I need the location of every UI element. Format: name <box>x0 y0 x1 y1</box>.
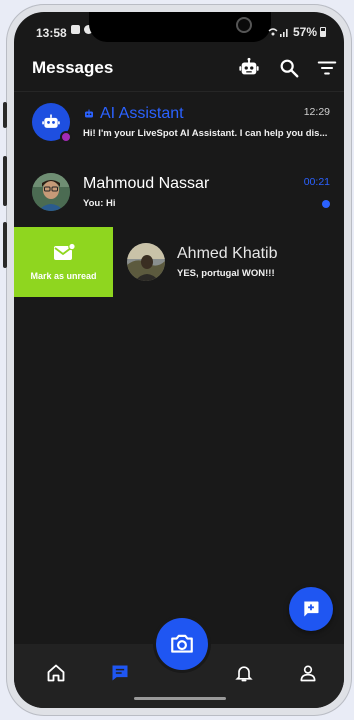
avatar-photo <box>32 173 70 211</box>
app-screen: 13:58 57% Messages AI Assistant Hi! I'm … <box>14 12 344 708</box>
add-comment-icon <box>304 601 319 617</box>
robot-icon <box>42 114 60 128</box>
home-indicator <box>134 697 226 700</box>
chat-name-text: AI Assistant <box>100 105 184 122</box>
nav-messages[interactable] <box>107 660 133 686</box>
chat-item-mahmoud-nassar[interactable]: Mahmoud Nassar You: Hi 00:21 <box>14 162 344 224</box>
status-right: 57% <box>268 25 326 39</box>
side-button <box>3 222 7 268</box>
chat-preview: You: Hi <box>83 198 116 209</box>
chat-time: 00:21 <box>303 176 330 188</box>
mail-icon <box>53 243 76 260</box>
search-button[interactable] <box>276 55 302 81</box>
status-bar: 13:58 57% <box>14 12 344 50</box>
chat-name: Ahmed Khatib <box>177 245 278 262</box>
signal-icon <box>268 28 288 37</box>
status-time: 13:58 <box>36 26 67 40</box>
unread-indicator <box>322 200 330 208</box>
avatar <box>127 243 165 281</box>
avatar-photo <box>127 243 165 281</box>
chat-preview: YES, portugal WON!!! <box>177 268 275 279</box>
filter-button[interactable] <box>314 55 340 81</box>
ai-avatar <box>32 103 72 143</box>
new-chat-button[interactable] <box>289 587 333 631</box>
search-icon <box>280 59 299 78</box>
chat-time: 12:29 <box>303 106 330 118</box>
nav-home[interactable] <box>43 660 69 686</box>
mark-as-unread-button[interactable]: Mark as unread <box>14 227 113 297</box>
profile-icon <box>300 665 316 682</box>
chat-item-ai-assistant[interactable]: AI Assistant Hi! I'm your LiveSpot AI As… <box>14 92 344 154</box>
filter-icon <box>317 61 337 75</box>
battery-icon <box>320 27 326 37</box>
home-icon <box>47 664 65 682</box>
robot-icon <box>239 57 259 75</box>
camera-icon <box>171 634 193 653</box>
ai-bot-button[interactable] <box>236 55 262 81</box>
nav-profile[interactable] <box>295 660 321 686</box>
ai-badge-icon <box>60 131 72 143</box>
side-button <box>3 156 7 206</box>
chat-name: AI Assistant <box>83 105 184 123</box>
robot-icon <box>85 109 93 118</box>
page-title: Messages <box>32 58 114 77</box>
nav-notifications[interactable] <box>231 660 257 686</box>
app-header: Messages <box>14 50 344 86</box>
chat-name: Mahmoud Nassar <box>83 175 210 192</box>
bell-icon <box>235 666 253 682</box>
swipe-action-label: Mark as unread <box>30 271 97 281</box>
battery-percent: 57% <box>292 25 317 39</box>
avatar <box>32 173 70 211</box>
front-camera <box>236 17 252 33</box>
notification-icon <box>71 25 80 34</box>
side-button <box>3 102 7 128</box>
camera-button[interactable] <box>156 618 208 670</box>
chat-item-ahmed-khatib[interactable]: Mark as unread Ahmed Khatib YES, portuga… <box>14 227 344 297</box>
chat-preview: Hi! I'm your LiveSpot AI Assistant. I ca… <box>83 128 328 139</box>
messages-icon <box>112 665 128 681</box>
